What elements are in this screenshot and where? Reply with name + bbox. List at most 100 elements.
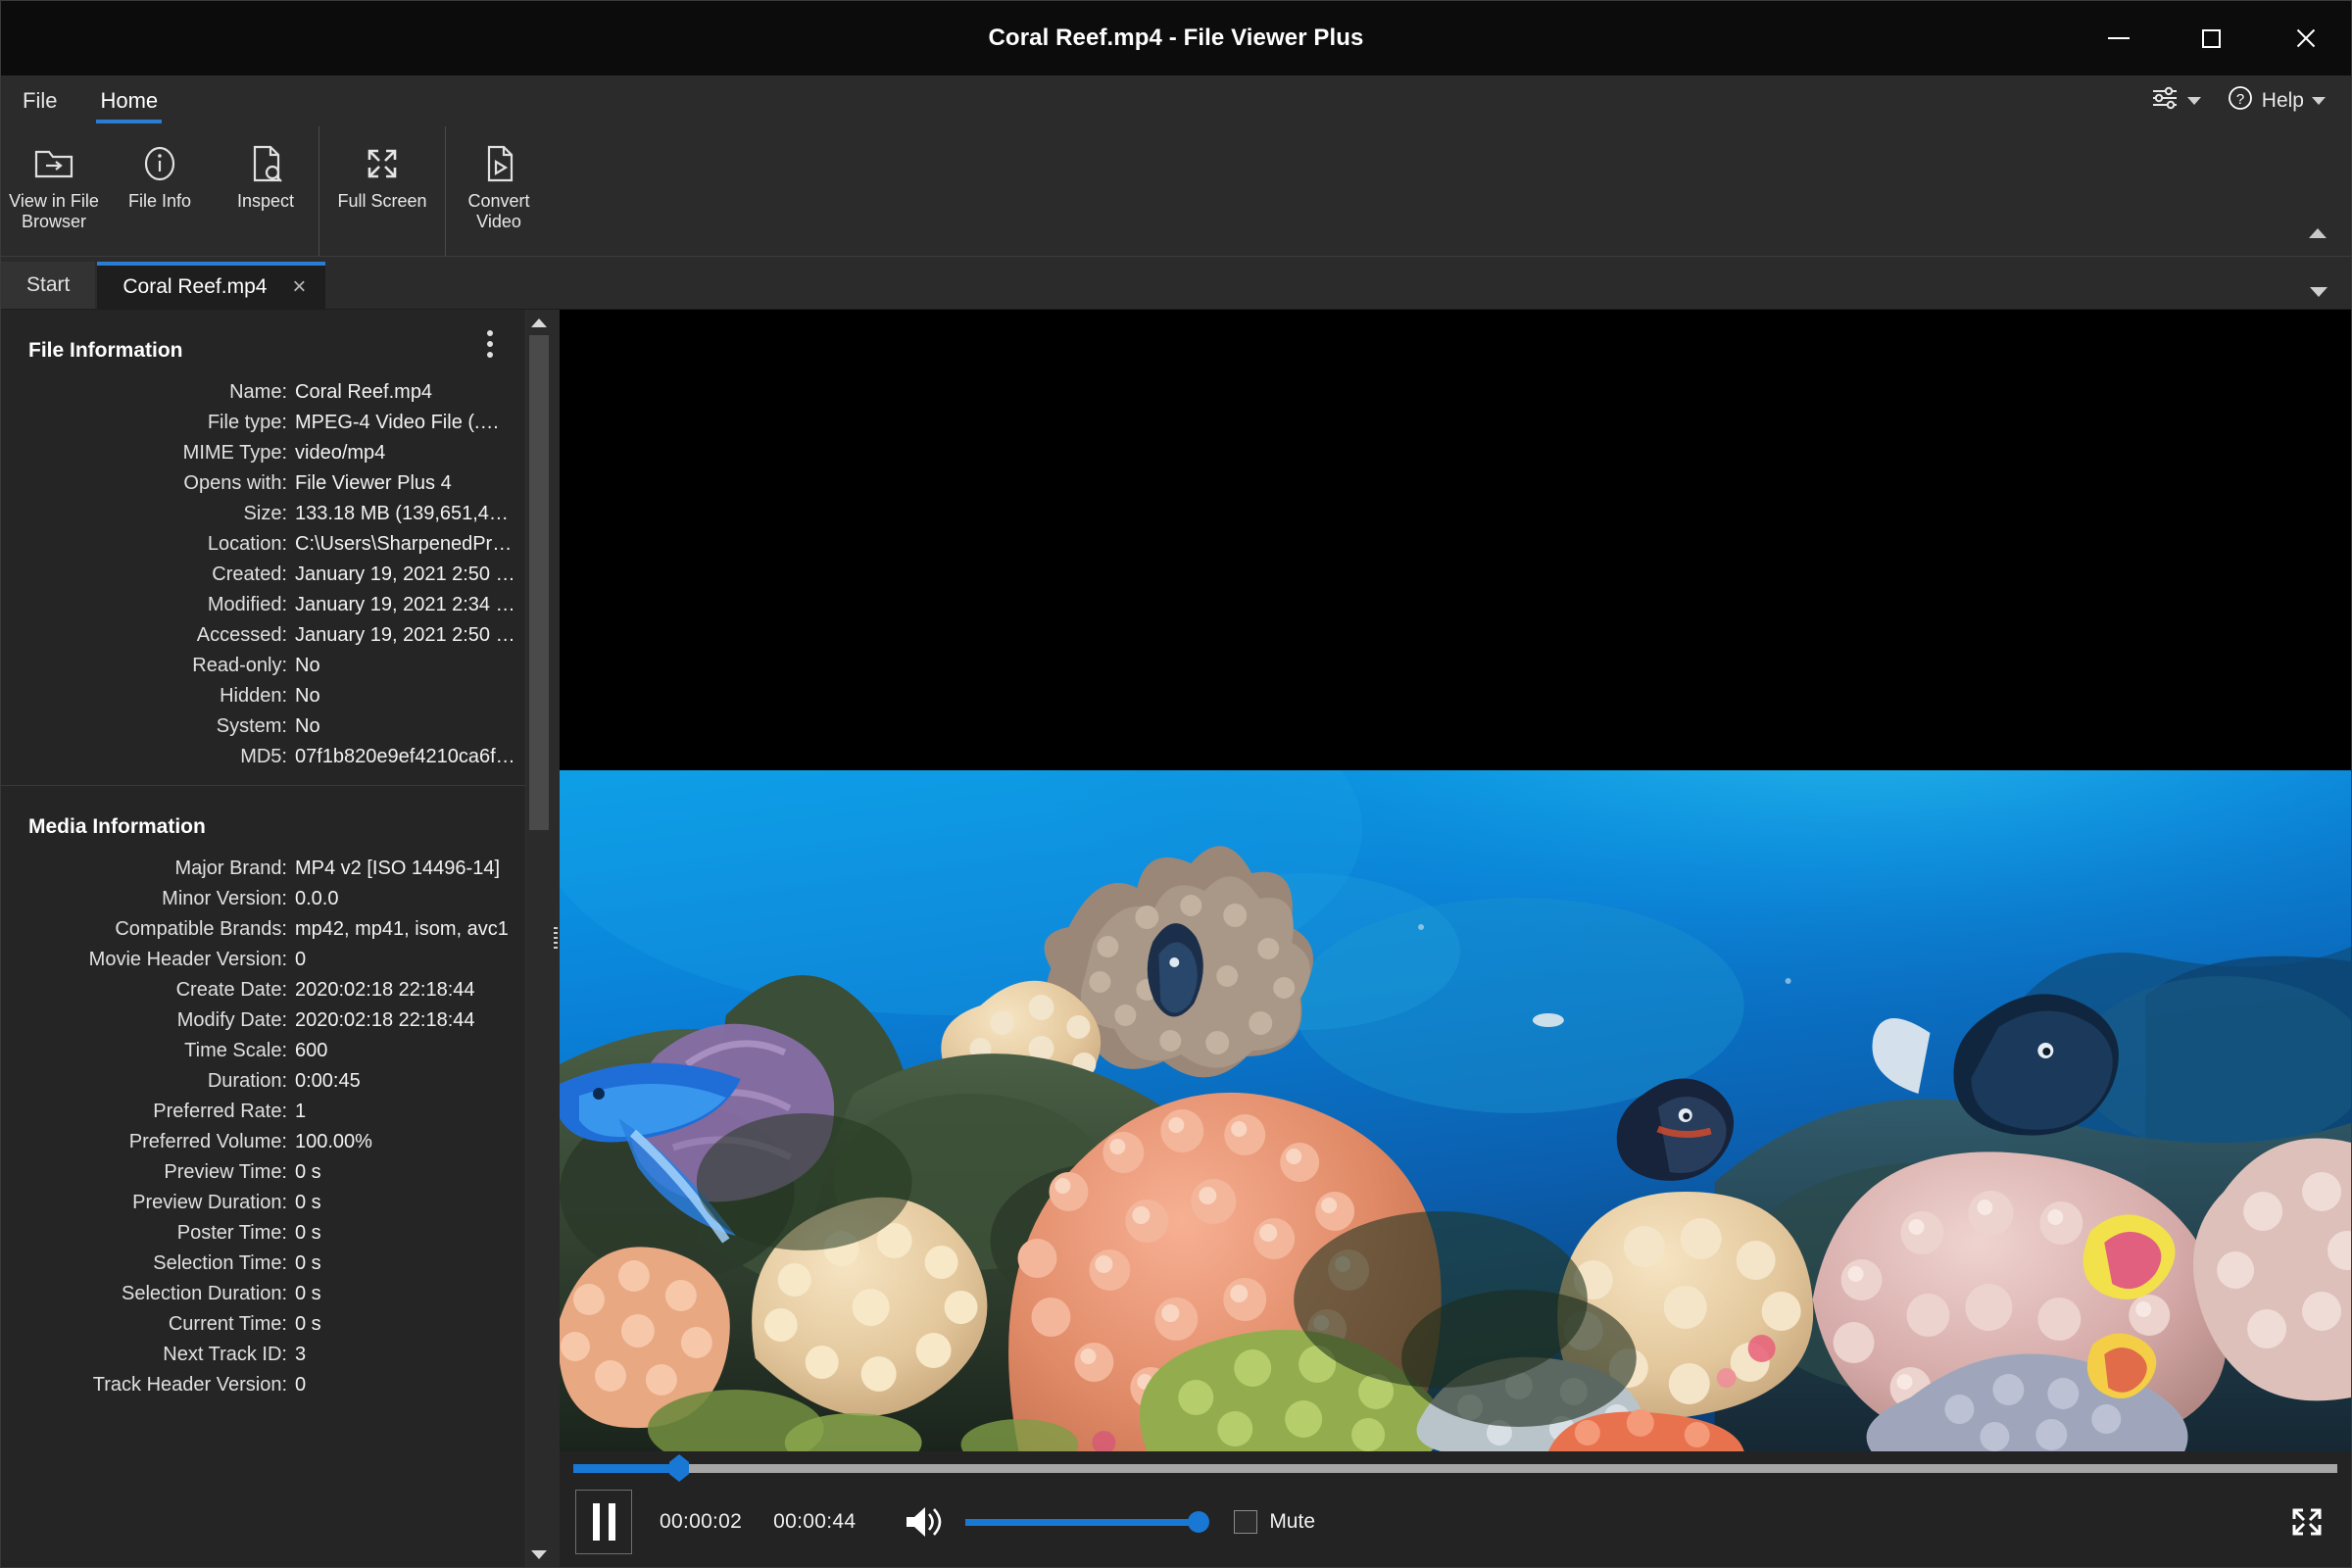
video-viewer: 00:00:02 00:00:44 Mute: [560, 310, 2351, 1567]
window-controls: [2072, 1, 2351, 75]
tab-close-icon[interactable]: ×: [286, 274, 312, 300]
play-pause-button[interactable]: [575, 1490, 632, 1554]
menu-item-home[interactable]: Home: [78, 75, 179, 126]
info-row: Preferred Rate: 1: [1, 1096, 525, 1126]
help-button[interactable]: ? Help: [2227, 84, 2326, 118]
mute-checkbox[interactable]: [1234, 1510, 1258, 1534]
row-value: File Viewer Plus 4: [295, 472, 452, 493]
row-value: 0: [295, 1374, 307, 1395]
seek-bar-wrapper[interactable]: [565, 1451, 2345, 1485]
pause-icon-bar: [608, 1503, 615, 1541]
row-value: 100.00%: [295, 1131, 372, 1152]
kebab-dot: [487, 352, 493, 358]
row-value: MP4 v2 [ISO 14496-14]: [295, 858, 501, 878]
fullscreen-button[interactable]: [2278, 1494, 2335, 1550]
info-row: Read-only: No: [1, 650, 525, 680]
row-value: 0 s: [295, 1252, 321, 1273]
row-value: 1: [295, 1101, 307, 1121]
scrollbar-thumb[interactable]: [528, 335, 549, 830]
sliders-icon: [2150, 85, 2180, 117]
document-tab-strip: Start Coral Reef.mp4 ×: [1, 257, 2351, 310]
row-value: C:\Users\SharpenedProductions\...: [295, 533, 525, 554]
chevron-down-icon: [2186, 97, 2201, 105]
info-row: Hidden: No: [1, 680, 525, 710]
close-button[interactable]: [2258, 1, 2351, 75]
document-play-icon: [478, 136, 519, 191]
inspect-button[interactable]: Inspect: [213, 126, 318, 256]
row-key: Accessed:: [196, 623, 287, 646]
info-row: Poster Time: 0 s: [1, 1217, 525, 1248]
window-title: Coral Reef.mp4 - File Viewer Plus: [988, 24, 1364, 51]
row-value: No: [295, 655, 320, 675]
info-row: Name: Coral Reef.mp4: [1, 376, 525, 407]
row-key: Poster Time:: [176, 1221, 287, 1244]
info-row: Selection Duration: 0 s: [1, 1278, 525, 1308]
volume-track[interactable]: [965, 1511, 1210, 1533]
panel-splitter[interactable]: [551, 310, 560, 1567]
convert-video-button[interactable]: Convert Video: [446, 126, 552, 256]
maximize-button[interactable]: [2165, 1, 2258, 75]
ribbon-group-convert: Convert Video: [445, 126, 552, 256]
row-value: No: [295, 685, 320, 706]
seek-progress-fill: [573, 1463, 679, 1473]
info-panel: File Information Name: Coral Reef.mp4 Fil…: [1, 310, 525, 1567]
volume-slider-thumb[interactable]: [1188, 1511, 1210, 1533]
info-row: Opens with: File Viewer Plus 4: [1, 467, 525, 498]
scrollbar-track[interactable]: [525, 335, 552, 1542]
row-value: 0.0.0: [295, 888, 339, 908]
info-row: Accessed: January 19, 2021 2:50 PM: [1, 619, 525, 650]
row-key: Duration:: [207, 1069, 287, 1092]
speaker-icon[interactable]: [901, 1502, 944, 1542]
row-key: Opens with:: [183, 471, 287, 494]
ribbon-collapse-button[interactable]: [2300, 219, 2335, 248]
seek-slider-thumb[interactable]: [669, 1454, 689, 1482]
row-value: 600: [295, 1040, 328, 1060]
row-key: Hidden:: [220, 684, 287, 707]
expand-arrows-icon: [2292, 1508, 2322, 1536]
tab-start[interactable]: Start: [1, 262, 96, 309]
total-time-label: 00:00:44: [773, 1510, 857, 1533]
row-key: Current Time:: [168, 1312, 287, 1335]
video-stage[interactable]: [560, 310, 2351, 1451]
scroll-up-button[interactable]: [526, 310, 552, 335]
row-key: Next Track ID:: [163, 1343, 287, 1365]
seek-slider[interactable]: [573, 1454, 2337, 1482]
info-panel-scrollbar[interactable]: [525, 310, 552, 1567]
full-screen-button[interactable]: Full Screen: [319, 126, 445, 256]
ribbon-label: Convert Video: [467, 191, 530, 232]
media-information-title: Media Information: [28, 815, 206, 838]
info-row: Current Time: 0 s: [1, 1308, 525, 1339]
file-information-menu-button[interactable]: [476, 327, 504, 361]
row-key: Selection Time:: [153, 1251, 287, 1274]
file-info-button[interactable]: File Info: [107, 126, 213, 256]
view-in-file-browser-button[interactable]: View in File Browser: [1, 126, 107, 256]
row-value: 0 s: [295, 1192, 321, 1212]
mute-checkbox-group[interactable]: Mute: [1234, 1510, 1315, 1534]
title-bar: Coral Reef.mp4 - File Viewer Plus: [1, 1, 2351, 75]
row-key: Created:: [212, 563, 287, 585]
file-information-title: File Information: [28, 339, 183, 362]
video-frame-coral-reef: [560, 770, 2351, 1451]
row-key: File type:: [207, 411, 287, 433]
ribbon-label: Full Screen: [337, 191, 427, 211]
row-key: Selection Duration:: [122, 1282, 287, 1304]
tab-coral-reef[interactable]: Coral Reef.mp4 ×: [97, 262, 326, 309]
minimize-button[interactable]: [2072, 1, 2165, 75]
volume-slider[interactable]: [965, 1511, 1210, 1533]
settings-button[interactable]: [2150, 85, 2201, 117]
info-row: Time Scale: 600: [1, 1035, 525, 1065]
row-value: 2020:02:18 22:18:44: [295, 1009, 475, 1030]
file-viewer-plus-window: Coral Reef.mp4 - File Viewer Plus File H…: [0, 0, 2352, 1568]
chevron-up-icon: [2309, 228, 2327, 238]
tab-overflow-button[interactable]: [2310, 287, 2351, 309]
info-row: Preferred Volume: 100.00%: [1, 1126, 525, 1156]
menu-item-file[interactable]: File: [1, 75, 78, 126]
row-key: Compatible Brands:: [115, 917, 287, 940]
row-key: Movie Header Version:: [88, 948, 287, 970]
tab-label: Start: [26, 273, 71, 296]
info-row: System: No: [1, 710, 525, 741]
row-key: Major Brand:: [174, 857, 288, 879]
player-controls: 00:00:02 00:00:44 Mute: [560, 1451, 2351, 1567]
ribbon-group-file: View in File Browser File Info Inspect: [1, 126, 318, 256]
scroll-down-button[interactable]: [526, 1542, 552, 1567]
